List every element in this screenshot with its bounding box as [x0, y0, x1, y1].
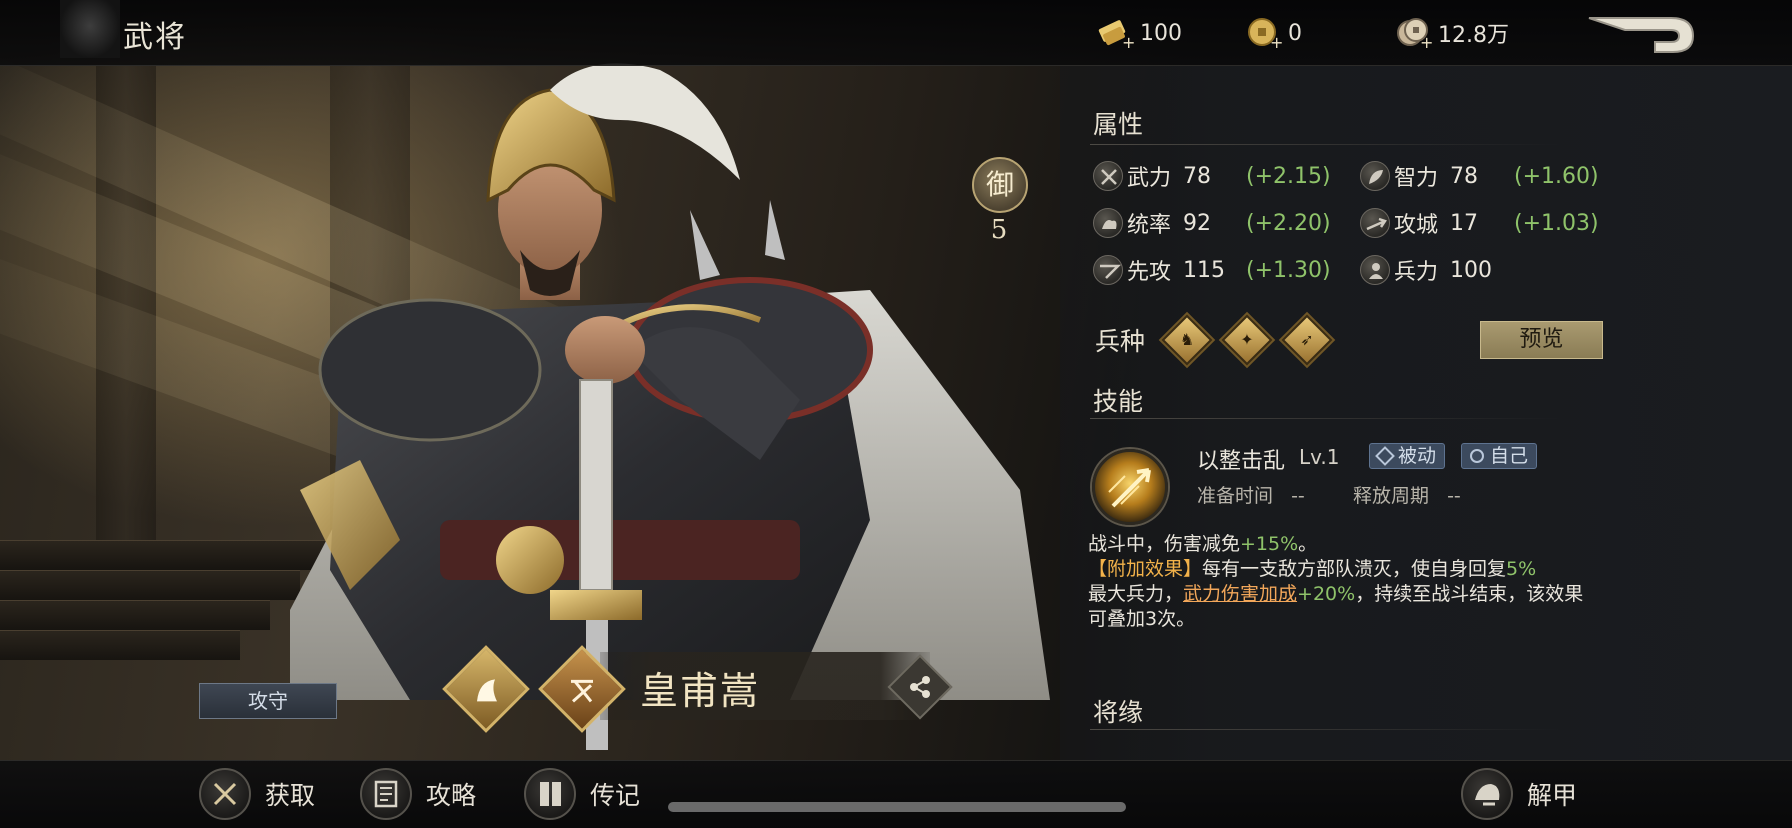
- shoulder-spike: [765, 200, 785, 260]
- belt-buckle: [496, 526, 564, 594]
- command-icon: [1093, 208, 1123, 238]
- skill-name: 以整击乱: [1197, 449, 1286, 474]
- guide-icon: [360, 768, 412, 820]
- diamond-icon: [1375, 446, 1395, 466]
- currency-copper-coin[interactable]: + 12.8万: [1394, 16, 1509, 52]
- skill-level: Lv.1: [1299, 445, 1340, 469]
- attr-siege: 攻城 17: [1360, 207, 1478, 239]
- skill-tag-passive: 被动: [1369, 443, 1446, 469]
- target-icon: [1470, 449, 1484, 463]
- siege-icon: [1360, 208, 1390, 238]
- attr-force-bonus: (+2.15): [1246, 163, 1331, 189]
- troops-icon: [1360, 255, 1390, 285]
- svg-text:+: +: [1420, 33, 1433, 50]
- rank-badge: 御 5: [970, 157, 1032, 253]
- obtain-icon: [199, 768, 251, 820]
- title-emblem: [60, 0, 120, 58]
- speed-icon: [1093, 255, 1123, 285]
- sword-guard: [550, 590, 642, 620]
- role-badge: 攻守: [199, 683, 337, 719]
- biography-icon: [524, 768, 576, 820]
- attr-force: 武力 78: [1093, 160, 1211, 192]
- attr-command-bonus: (+2.20): [1246, 210, 1331, 236]
- gold-ingot-amount: 100: [1140, 20, 1182, 46]
- attributes-title: 属性: [1093, 110, 1144, 139]
- copper-coin-amount: 12.8万: [1438, 23, 1509, 48]
- skill-cycle: 释放周期 --: [1353, 485, 1461, 507]
- svg-text:+: +: [1270, 33, 1283, 50]
- attr-siege-bonus: (+1.03): [1514, 210, 1599, 236]
- copper-coin-icon: +: [1394, 16, 1434, 52]
- attr-intellect: 智力 78: [1360, 160, 1478, 192]
- skill-prep-time: 准备时间 --: [1197, 485, 1305, 507]
- gold-coin-amount: 0: [1288, 20, 1302, 46]
- page-title: 武将: [123, 20, 187, 55]
- stair-step: [0, 630, 240, 660]
- left-pauldron: [318, 298, 542, 442]
- attributes-divider: [1090, 144, 1560, 145]
- attr-troops: 兵力 100: [1360, 254, 1492, 286]
- shoulder-spike: [690, 210, 720, 280]
- skill-icon[interactable]: [1092, 449, 1168, 525]
- bonds-title: 将缘: [1093, 698, 1144, 727]
- share-icon: [910, 676, 930, 698]
- attr-speed: 先攻 115: [1093, 254, 1225, 286]
- skills-divider: [1090, 418, 1560, 419]
- top-bar: 武将 + 100 + 0 + 12.8万: [0, 0, 1792, 66]
- home-indicator[interactable]: [668, 802, 1126, 812]
- guide-button[interactable]: 攻略: [360, 767, 476, 821]
- currency-gold-ingot[interactable]: + 100: [1096, 16, 1182, 52]
- intellect-icon: [1360, 161, 1390, 191]
- currency-gold-coin[interactable]: + 0: [1244, 16, 1302, 52]
- rank-level: 5: [990, 215, 1008, 245]
- skill-tag-self: 自己: [1461, 443, 1538, 469]
- hero-belt: [440, 520, 800, 580]
- svg-text:+: +: [1122, 33, 1135, 50]
- back-button[interactable]: [1585, 10, 1697, 56]
- obtain-button[interactable]: 获取: [199, 767, 315, 821]
- bonds-divider: [1090, 729, 1560, 730]
- attr-speed-bonus: (+1.30): [1246, 257, 1331, 283]
- unarmor-icon: [1461, 768, 1513, 820]
- hero-portrait: [290, 63, 1050, 750]
- sword-icon: [1093, 161, 1123, 191]
- preview-button[interactable]: 预览: [1480, 321, 1603, 359]
- gold-coin-icon: +: [1244, 16, 1284, 52]
- sword-grip: [579, 379, 613, 591]
- biography-button[interactable]: 传记: [524, 767, 640, 821]
- gold-ingot-icon: +: [1096, 16, 1136, 52]
- hero-name: 皇甫嵩: [640, 669, 761, 713]
- troop-types-title: 兵种: [1095, 327, 1146, 356]
- attr-intellect-bonus: (+1.60): [1514, 163, 1599, 189]
- rank-char: 御: [972, 157, 1028, 213]
- back-arrow-icon: [1588, 17, 1695, 53]
- skills-title: 技能: [1093, 387, 1144, 416]
- skill-description: 战斗中，伤害减免+15%。 【附加效果】每有一支敌方部队溃灭，使自身回复5% 最…: [1088, 533, 1584, 630]
- unarmor-button[interactable]: 解甲: [1461, 767, 1577, 821]
- attr-command: 统率 92: [1093, 207, 1211, 239]
- force-damage-link[interactable]: 武力伤害加成: [1183, 583, 1297, 605]
- hero-hand: [565, 316, 645, 384]
